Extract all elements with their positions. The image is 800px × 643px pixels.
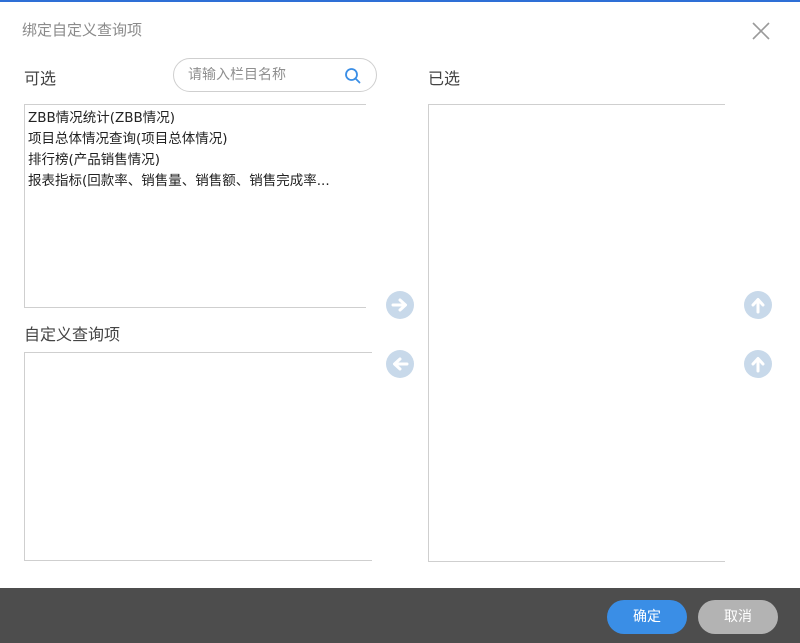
arrow-up-circle-icon [744, 350, 772, 378]
available-label: 可选 [24, 69, 57, 88]
custom-query-list[interactable] [24, 352, 372, 561]
dialog-title: 绑定自定义查询项 [22, 21, 143, 39]
move-up-button[interactable] [743, 290, 773, 320]
search-box [173, 58, 377, 92]
confirm-button[interactable]: 确定 [607, 600, 687, 634]
close-button[interactable] [748, 18, 774, 44]
selected-list[interactable] [428, 104, 725, 562]
selected-label: 已选 [428, 69, 461, 88]
search-input[interactable] [188, 67, 338, 83]
move-left-button[interactable] [385, 349, 415, 379]
available-list[interactable]: ZBB情况统计(ZBB情况) 项目总体情况查询(项目总体情况) 排行榜(产品销售… [24, 104, 366, 308]
list-item[interactable]: 报表指标(回款率、销售量、销售额、销售完成率... [25, 171, 366, 192]
list-item[interactable]: ZBB情况统计(ZBB情况) [25, 108, 366, 129]
search-icon[interactable] [344, 67, 362, 85]
move-down-button[interactable] [743, 349, 773, 379]
dialog-top-border [0, 0, 800, 2]
list-item[interactable]: 项目总体情况查询(项目总体情况) [25, 129, 366, 150]
arrow-up-circle-icon [744, 291, 772, 319]
close-icon [752, 22, 770, 40]
cancel-button[interactable]: 取消 [698, 600, 778, 634]
arrow-left-circle-icon [386, 350, 414, 378]
arrow-right-circle-icon [386, 291, 414, 319]
list-item[interactable]: 排行榜(产品销售情况) [25, 150, 366, 171]
move-right-button[interactable] [385, 290, 415, 320]
custom-query-label: 自定义查询项 [24, 325, 121, 344]
